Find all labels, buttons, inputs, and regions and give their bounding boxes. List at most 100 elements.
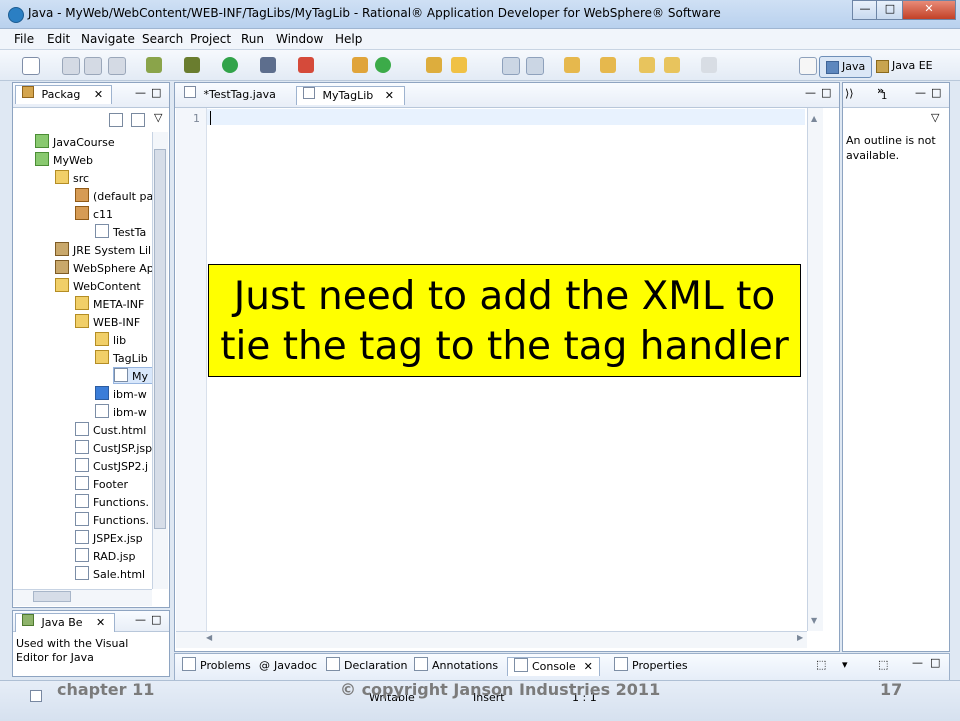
tree-item-cust-html[interactable]: Cust.html (75, 422, 163, 437)
java-beans-tab[interactable]: Java Be ✕ (15, 613, 115, 632)
tree-item-sale-html[interactable]: Sale.html (75, 566, 163, 581)
menu-navigate[interactable]: Navigate (81, 32, 135, 46)
maximize-view-button[interactable]: □ (151, 613, 161, 626)
perspective-java-ee[interactable]: Java EE (872, 56, 939, 76)
maximize-button[interactable]: □ (876, 0, 904, 20)
next-annotation-icon[interactable] (564, 57, 580, 73)
overflow-count: 1 (881, 91, 888, 102)
search-icon[interactable] (451, 57, 467, 73)
save-all-icon[interactable] (84, 57, 102, 75)
scroll-left-icon[interactable]: ◀ (206, 633, 212, 642)
save-icon[interactable] (62, 57, 80, 75)
menu-search[interactable]: Search (142, 32, 183, 46)
build-icon[interactable] (146, 57, 162, 73)
close-icon[interactable]: ✕ (584, 660, 593, 673)
tree-item-web-inf[interactable]: WEB-INF (75, 314, 163, 329)
footer-page-number: 17 (880, 680, 903, 699)
collapse-all-icon[interactable] (109, 113, 123, 127)
tree-item-rad-jsp[interactable]: RAD.jsp (75, 548, 163, 563)
tree-item-src[interactable]: src (55, 170, 163, 185)
minimize-view-button[interactable]: — (135, 86, 146, 99)
minimize-editor-button[interactable]: — (805, 86, 816, 99)
tree-item-custjsp-jsp[interactable]: CustJSP.jsp (75, 440, 163, 455)
view-menu-icon[interactable]: ▽ (931, 111, 939, 124)
maximize-view-button[interactable]: □ (151, 86, 161, 99)
print-icon[interactable] (108, 57, 126, 75)
tab-javadoc[interactable]: @ Javadoc (259, 657, 317, 675)
package-explorer-scroll-thumb[interactable] (154, 149, 166, 529)
new-class-icon[interactable] (375, 57, 391, 73)
forward-icon[interactable] (664, 57, 680, 73)
tree-item-websphere-library[interactable]: WebSphere Ap (55, 260, 163, 275)
menu-bar: File Edit Navigate Search Project Run Wi… (0, 29, 960, 50)
view-menu-icon[interactable]: ▽ (154, 111, 162, 124)
tab-console[interactable]: Console ✕ (507, 657, 600, 676)
tab-problems[interactable]: Problems (182, 657, 251, 675)
package-explorer-tab[interactable]: Packag ✕ (15, 85, 112, 104)
scroll-right-icon[interactable]: ▶ (797, 633, 803, 642)
tab-annotations[interactable]: Annotations (414, 657, 498, 675)
open-perspective-icon[interactable] (799, 57, 817, 75)
back-icon[interactable] (639, 57, 655, 73)
minimize-view-button[interactable]: — (135, 613, 146, 626)
close-button[interactable]: ✕ (902, 0, 956, 20)
menu-window[interactable]: Window (276, 32, 323, 46)
package-explorer-horizontal-thumb[interactable] (33, 591, 71, 602)
tree-item-footer[interactable]: Footer (75, 476, 163, 491)
java-beans-message: Used with the Visual Editor for Java (16, 637, 129, 664)
tree-item-default-package[interactable]: (default pa (75, 188, 163, 203)
server-icon[interactable] (298, 57, 314, 73)
tab-mytaglib[interactable]: MyTagLib ✕ (296, 86, 405, 105)
current-line-highlight (207, 109, 805, 125)
show-whitespace-icon[interactable] (526, 57, 544, 75)
perspective-java[interactable]: Java (819, 56, 873, 78)
properties-icon (614, 657, 628, 671)
tree-item-javacourse[interactable]: JavaCourse (35, 134, 163, 149)
tree-item-functions-1[interactable]: Functions. (75, 494, 163, 509)
java-beans-icon (22, 614, 34, 626)
maximize-editor-button[interactable]: □ (821, 86, 831, 99)
new-package-icon[interactable] (352, 57, 368, 73)
tree-item-c11[interactable]: c11 (75, 206, 163, 221)
external-tools-icon[interactable] (260, 57, 276, 73)
toggle-mark-icon[interactable] (502, 57, 520, 75)
link-editor-icon[interactable] (131, 113, 145, 127)
new-icon[interactable] (22, 57, 40, 75)
minimize-view-button[interactable]: — (915, 86, 926, 99)
previous-annotation-icon[interactable] (600, 57, 616, 73)
maximize-console-button[interactable]: □ (930, 656, 940, 669)
close-icon[interactable]: ✕ (96, 616, 105, 629)
open-type-icon[interactable] (426, 57, 442, 73)
close-icon[interactable]: ✕ (385, 89, 394, 102)
menu-edit[interactable]: Edit (47, 32, 70, 46)
tree-item-custjsp2[interactable]: CustJSP2.j (75, 458, 163, 473)
tree-item-jspex-jsp[interactable]: JSPEx.jsp (75, 530, 163, 545)
editor-vertical-scrollbar[interactable] (807, 108, 823, 631)
scroll-up-icon[interactable]: ▲ (811, 114, 817, 123)
tab-testtag-java[interactable]: *TestTag.java (178, 86, 298, 104)
tab-declaration[interactable]: Declaration (326, 657, 407, 675)
close-icon[interactable]: ✕ (94, 88, 103, 101)
menu-help[interactable]: Help (335, 32, 362, 46)
scroll-down-icon[interactable]: ▼ (811, 616, 817, 625)
tree-item-webcontent[interactable]: WebContent (55, 278, 163, 293)
tab-properties[interactable]: Properties (614, 657, 688, 675)
menu-file[interactable]: File (14, 32, 34, 46)
tree-item-functions-2[interactable]: Functions. (75, 512, 163, 527)
console-view-menu-icon[interactable]: ▾ (842, 658, 848, 671)
tree-item-meta-inf[interactable]: META-INF (75, 296, 163, 311)
editor-horizontal-scrollbar[interactable] (176, 631, 807, 648)
run-icon[interactable] (222, 57, 238, 73)
navigate-icon[interactable] (701, 57, 717, 73)
minimize-console-button[interactable]: — (912, 656, 923, 669)
minimize-button[interactable]: — (852, 0, 878, 20)
open-console-icon[interactable]: ⬚ (816, 658, 826, 671)
menu-project[interactable]: Project (190, 32, 231, 46)
debug-icon[interactable] (184, 57, 200, 73)
tree-item-myweb[interactable]: MyWeb (35, 152, 163, 167)
new-console-icon[interactable]: ⬚ (878, 658, 888, 671)
tree-item-jre-system-library[interactable]: JRE System Lil (55, 242, 163, 257)
collapsed-view-icon[interactable]: ⟩⟩ (845, 87, 854, 100)
maximize-view-button[interactable]: □ (931, 86, 941, 99)
menu-run[interactable]: Run (241, 32, 264, 46)
